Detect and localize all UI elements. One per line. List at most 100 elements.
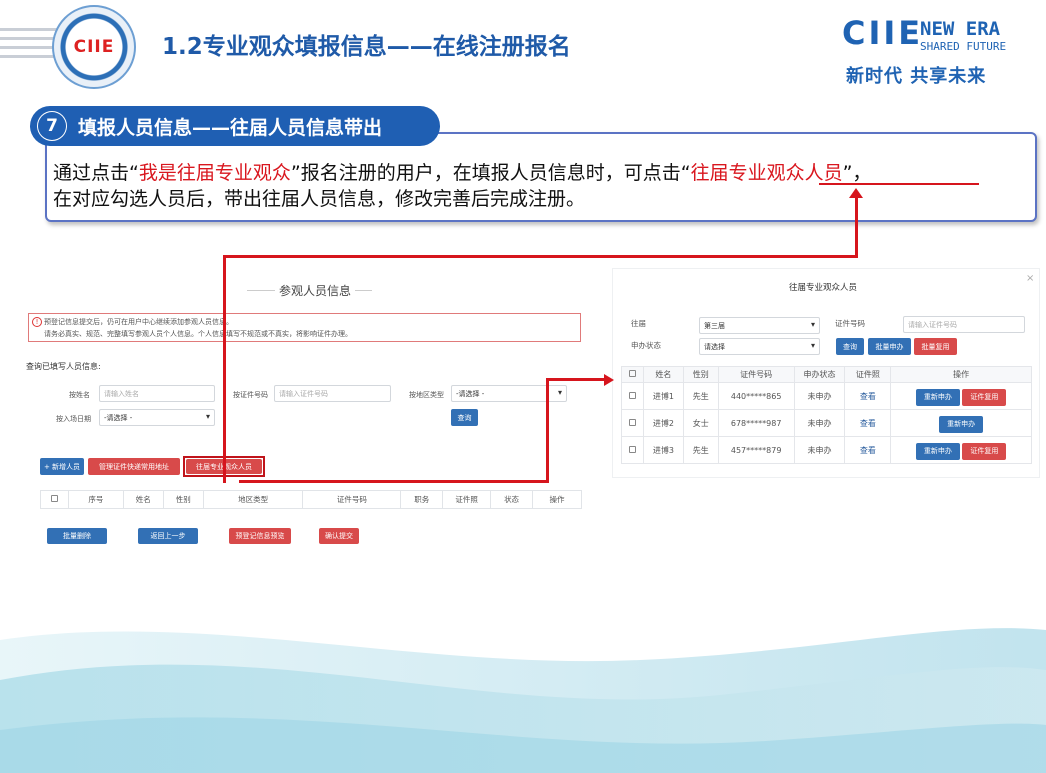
table-row[interactable]: 进博2 女士 678*****987 未申办 查看 重新申办 xyxy=(621,409,1032,437)
col-header: 操作 xyxy=(890,366,1032,383)
connector-line xyxy=(546,378,606,381)
section-title: 参观人员信息 xyxy=(275,282,356,299)
table-row[interactable]: 进博3 先生 457*****879 未申办 查看 重新申办 证件复用 xyxy=(621,436,1032,464)
checkbox[interactable] xyxy=(628,445,636,453)
id-label: 证件号码 xyxy=(835,319,865,328)
modal-id-input[interactable]: 请输入证件号码 xyxy=(903,316,1025,333)
person-gender: 女士 xyxy=(682,409,719,437)
view-photo-link[interactable]: 查看 xyxy=(844,409,892,437)
person-name: 进博3 xyxy=(642,436,684,464)
col-header: 操作 xyxy=(532,490,582,509)
person-gender: 先生 xyxy=(682,382,719,410)
brand-chinese-slogan: 新时代 共享未来 xyxy=(846,66,987,87)
connector-line xyxy=(223,255,858,258)
col-header: 性别 xyxy=(162,490,204,509)
row-actions: 重新申办 证件复用 xyxy=(890,382,1032,410)
person-status: 未申办 xyxy=(793,409,846,437)
by-date-label: 按入场日期 xyxy=(56,415,91,423)
region-select[interactable]: -请选择 - xyxy=(451,385,567,402)
view-photo-link[interactable]: 查看 xyxy=(844,436,892,464)
session-select[interactable]: 第三届 xyxy=(699,317,820,334)
row-checkbox-cell[interactable] xyxy=(621,409,644,437)
person-name: 进博1 xyxy=(642,382,684,410)
description-line-1: 通过点击“我是往届专业观众”报名注册的用户，在填报人员信息时，可点击“往届专业观… xyxy=(53,162,872,184)
id-input[interactable]: 请输入证件号码 xyxy=(274,385,391,402)
left-form-panel: 参观人员信息 ! 预登记信息提交后，仍可在用户中心继续添加参观人员信息。 请务必… xyxy=(25,268,595,558)
row-checkbox-cell[interactable] xyxy=(621,436,644,464)
preview-button[interactable]: 预登记信息预览 xyxy=(229,528,291,544)
manage-address-button[interactable]: 管理证件快递常用地址 xyxy=(88,458,180,475)
person-id: 678*****987 xyxy=(717,409,795,437)
row-actions: 重新申办 证件复用 xyxy=(890,436,1032,464)
arrow-up-icon xyxy=(849,188,863,198)
row-actions: 重新申办 xyxy=(890,409,1032,437)
submit-button[interactable]: 确认提交 xyxy=(319,528,359,544)
checkbox[interactable] xyxy=(628,370,636,377)
notice-line-2: 请务必真实、规范、完整填写参观人员个人信息。个人信息填写不规范或不真实，将影响证… xyxy=(44,330,352,338)
reapply-button[interactable]: 重新申办 xyxy=(939,415,984,433)
col-header: 证件号码 xyxy=(302,490,402,509)
wave-decoration xyxy=(0,628,1046,773)
warning-icon: ! xyxy=(32,317,42,327)
person-id: 440*****865 xyxy=(717,382,795,410)
highlight-underline xyxy=(819,183,979,185)
col-header: 性别 xyxy=(682,366,719,383)
checkbox[interactable] xyxy=(628,418,636,426)
person-id: 457*****879 xyxy=(717,436,795,464)
table-row[interactable]: 进博1 先生 440*****865 未申办 查看 重新申办 证件复用 xyxy=(621,382,1032,410)
query-title: 查询已填写人员信息: xyxy=(26,362,101,371)
col-header: 证件号码 xyxy=(717,366,795,383)
date-select[interactable]: -请选择 - xyxy=(99,409,215,426)
session-label: 往届 xyxy=(631,319,646,328)
step-number-badge: 7 xyxy=(34,108,70,144)
page-title: 1.2专业观众填报信息——在线注册报名 xyxy=(162,34,571,60)
reuse-button[interactable]: 证件复用 xyxy=(962,442,1007,460)
person-status: 未申办 xyxy=(793,436,846,464)
col-header: 地区类型 xyxy=(202,490,304,509)
notice-line-1: 预登记信息提交后，仍可在用户中心继续添加参观人员信息。 xyxy=(44,318,233,326)
col-header: 申办状态 xyxy=(793,366,846,383)
row-checkbox-cell[interactable] xyxy=(621,382,644,410)
connector-line xyxy=(855,196,858,258)
col-header: 职务 xyxy=(400,490,444,509)
query-button[interactable]: 查询 xyxy=(451,409,478,426)
add-person-button[interactable]: + 新增人员 xyxy=(40,458,84,475)
view-photo-link[interactable]: 查看 xyxy=(844,382,892,410)
brand-new-era: NEW ERA xyxy=(920,18,1001,40)
checkbox[interactable] xyxy=(50,495,58,502)
modal-query-button[interactable]: 查询 xyxy=(836,338,864,355)
table-select-all[interactable] xyxy=(40,490,69,509)
close-icon[interactable]: × xyxy=(1026,273,1034,284)
person-status: 未申办 xyxy=(793,382,846,410)
col-header: 状态 xyxy=(490,490,534,509)
checkbox[interactable] xyxy=(628,391,636,399)
people-table: 序号 姓名 性别 地区类型 证件号码 职务 证件照 状态 操作 xyxy=(40,490,582,509)
notice-box: ! 预登记信息提交后，仍可在用户中心继续添加参观人员信息。 请务必真实、规范、完… xyxy=(28,313,581,342)
batch-reuse-button[interactable]: 批量复用 xyxy=(914,338,957,355)
batch-delete-button[interactable]: 批量删除 xyxy=(47,528,107,544)
person-gender: 先生 xyxy=(682,436,719,464)
name-input[interactable]: 请输入姓名 xyxy=(99,385,215,402)
connector-line xyxy=(239,480,549,483)
header-decoration-lines xyxy=(0,28,60,64)
status-label: 申办状态 xyxy=(631,341,661,350)
reapply-button[interactable]: 重新申办 xyxy=(915,442,960,460)
ciie-logo: CIIE xyxy=(52,5,136,89)
brand-shared-future: SHARED FUTURE xyxy=(920,40,1007,53)
back-button[interactable]: 返回上一步 xyxy=(138,528,198,544)
col-header: 姓名 xyxy=(642,366,684,383)
step-label: 填报人员信息——往届人员信息带出 xyxy=(78,117,383,139)
by-region-label: 按地区类型 xyxy=(409,391,444,399)
batch-apply-button[interactable]: 批量申办 xyxy=(868,338,911,355)
reapply-button[interactable]: 重新申办 xyxy=(915,388,960,406)
by-id-label: 按证件号码 xyxy=(233,391,268,399)
col-header: 证件照 xyxy=(844,366,892,383)
col-header: 姓名 xyxy=(122,490,164,509)
select-all-cell[interactable] xyxy=(621,366,644,383)
status-select[interactable]: 请选择 xyxy=(699,338,820,355)
by-name-label: 按姓名 xyxy=(69,391,90,399)
col-header: 证件照 xyxy=(442,490,492,509)
past-audience-table: 姓名 性别 证件号码 申办状态 证件照 操作 进博1 先生 440*****86… xyxy=(621,366,1032,464)
reuse-button[interactable]: 证件复用 xyxy=(962,388,1007,406)
description-line-2: 在对应勾选人员后，带出往届人员信息，修改完善后完成注册。 xyxy=(53,188,586,210)
